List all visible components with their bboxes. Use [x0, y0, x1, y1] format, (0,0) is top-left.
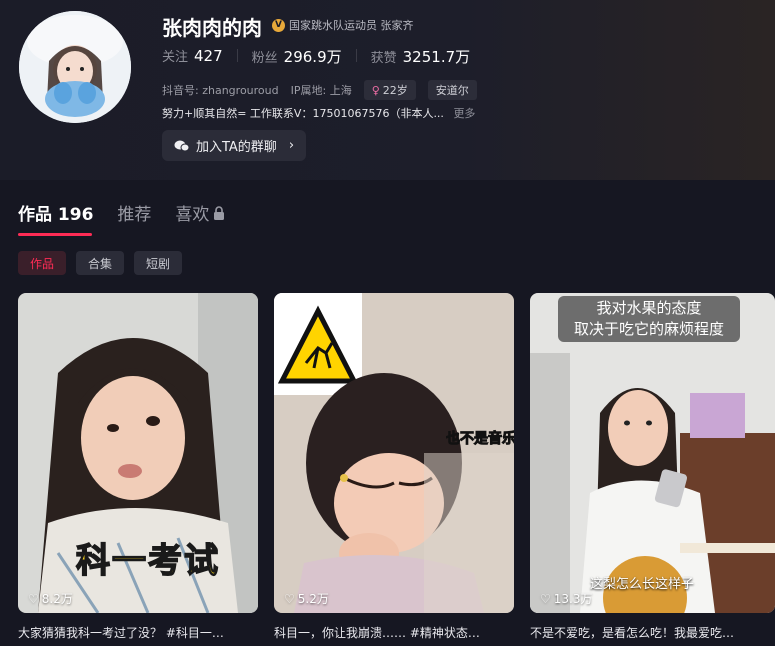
tab-recommend[interactable]: 推荐: [117, 200, 151, 225]
ip-value: 上海: [329, 84, 352, 97]
video-overlay-text: 科一考试: [75, 540, 220, 582]
location-tag: 安道尔: [427, 80, 477, 100]
profile-bio: 努力+顺其自然= 工作联系V：17501067576（非本人... 更多: [162, 105, 475, 121]
followers-count: 296.9万: [283, 48, 342, 66]
video-thumbnail: [274, 293, 514, 613]
bio-text: 努力+顺其自然= 工作联系V：17501067576（非本人...: [162, 107, 444, 120]
content-tabs: 作品 196 推荐 喜欢: [18, 200, 225, 225]
profile-meta: 抖音号: zhangrouroud IP属地: 上海 ♀ 22岁 安道尔: [162, 80, 477, 100]
join-group-label: 加入TA的群聊: [195, 140, 277, 155]
video-caption[interactable]: 大家猜猜我科一考过了没？ #科目一…: [18, 624, 258, 641]
video-overlay-text: 也不是音乐: [446, 431, 514, 448]
tab-works[interactable]: 作品 196: [18, 200, 93, 225]
douyin-id-label: 抖音号:: [162, 84, 199, 97]
video-card[interactable]: 我对水果的态度 取决于吃它的麻烦程度 这梨怎么长这样子 ♡ 13.3万: [530, 293, 775, 613]
chip-short-drama[interactable]: 短剧: [134, 251, 183, 275]
divider: [236, 49, 238, 62]
douyin-id: 抖音号: zhangrouroud: [162, 82, 279, 98]
profile-name: 张肉肉的肉: [162, 16, 262, 40]
ip-location: IP属地: 上海: [291, 82, 352, 98]
chip-collections[interactable]: 合集: [76, 251, 125, 275]
douyin-id-value: zhangrouroud: [202, 84, 279, 97]
divider: [355, 49, 357, 62]
overlay-line-1: 我对水果的态度: [596, 299, 702, 317]
tab-likes[interactable]: 喜欢: [175, 200, 225, 225]
video-caption[interactable]: 不是不爱吃，是看怎么吃！我最爱吃…: [530, 624, 775, 641]
video-caption[interactable]: 科目一，你让我崩溃…… #精神状态…: [274, 624, 514, 641]
likes-stat: 获赞 3251.7万: [371, 46, 471, 67]
age-value: 22岁: [382, 84, 408, 97]
video-card[interactable]: 科一考试 ♡ 8.2万: [18, 293, 258, 613]
likes-count: 5.2万: [297, 592, 329, 606]
tab-likes-label: 喜欢: [175, 205, 210, 225]
chevron-right-icon: ›: [288, 138, 295, 153]
following-label: 关注: [162, 50, 189, 65]
heart-icon: ♡: [284, 591, 295, 606]
followers-label: 粉丝: [251, 51, 278, 66]
join-group-chat-button[interactable]: 加入TA的群聊 ›: [162, 130, 306, 161]
following-stat[interactable]: 关注 427: [162, 46, 223, 67]
verification: V 国家跳水队运动员 张家齐: [272, 17, 414, 33]
heart-icon: ♡: [540, 591, 551, 606]
video-likes: ♡ 13.3万: [540, 590, 593, 607]
verified-icon: V: [272, 18, 285, 32]
following-count: 427: [194, 47, 223, 65]
likes-count: 3251.7万: [402, 48, 471, 66]
age-tag: ♀ 22岁: [363, 80, 416, 100]
filter-chips: 作品 合集 短剧: [18, 251, 183, 275]
avatar[interactable]: [19, 11, 131, 123]
ip-label: IP属地:: [290, 84, 327, 97]
likes-count: 8.2万: [41, 592, 73, 606]
video-overlay-text: 这梨怎么长这样子: [590, 577, 695, 592]
chat-bubble-icon: [174, 140, 190, 151]
lock-icon: [214, 205, 225, 220]
video-likes: ♡ 8.2万: [28, 590, 73, 607]
overlay-line-2: 取决于吃它的麻烦程度: [573, 320, 724, 338]
bio-more-link[interactable]: 更多: [453, 107, 475, 120]
likes-label: 获赞: [370, 51, 397, 66]
video-likes: ♡ 5.2万: [284, 590, 329, 607]
likes-count: 13.3万: [553, 592, 593, 606]
heart-icon: ♡: [28, 591, 39, 606]
chip-works[interactable]: 作品: [18, 251, 67, 275]
active-tab-indicator: [18, 233, 92, 236]
verification-text: 国家跳水队运动员 张家齐: [289, 19, 414, 32]
followers-stat[interactable]: 粉丝 296.9万: [252, 46, 342, 67]
video-card[interactable]: 也不是音乐 ♡ 5.2万: [274, 293, 514, 613]
female-icon: ♀: [371, 83, 380, 97]
profile-stats: 关注 427 粉丝 296.9万 获赞 3251.7万: [162, 46, 470, 67]
video-overlay-top: 我对水果的态度 取决于吃它的麻烦程度: [558, 296, 740, 342]
